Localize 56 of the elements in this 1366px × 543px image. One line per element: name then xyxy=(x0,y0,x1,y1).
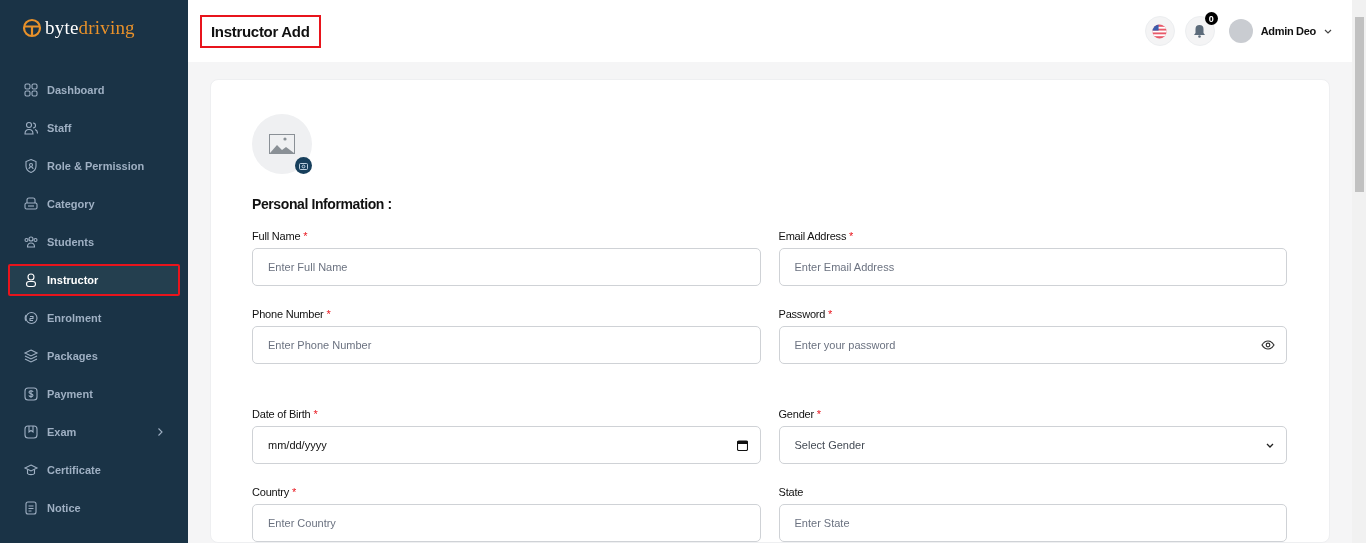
field-label: Password * xyxy=(778,308,834,320)
date-field[interactable]: mm/dd/yyyy xyxy=(252,426,761,464)
sidebar-item[interactable]: Enrolment xyxy=(8,302,180,334)
user-menu[interactable]: Admin Deo xyxy=(1228,19,1332,43)
sidebar-item[interactable]: Category xyxy=(8,188,180,220)
sidebar-item[interactable]: Dashboard xyxy=(8,74,180,106)
avatar xyxy=(1228,19,1253,43)
scrollbar[interactable] xyxy=(1352,0,1366,543)
page-title: Instructor Add xyxy=(200,14,321,48)
input-field[interactable]: Enter Email Address xyxy=(778,248,1287,286)
field-label: Phone Number * xyxy=(252,308,332,320)
input-field[interactable]: Enter Full Name xyxy=(252,248,761,286)
field-label: Date of Birth * xyxy=(252,408,319,420)
input-field[interactable]: Enter Country xyxy=(252,504,761,542)
chevron-down-icon xyxy=(1266,442,1274,448)
input-field[interactable]: Enter Phone Number xyxy=(252,326,761,364)
grid-icon xyxy=(23,82,39,98)
sidebar-item[interactable]: Payment xyxy=(8,378,180,410)
field-label: Full Name * xyxy=(252,230,309,242)
language-button[interactable] xyxy=(1144,16,1175,46)
cap-icon xyxy=(23,462,39,478)
field-label: State xyxy=(778,486,805,498)
gender-select[interactable]: Select Gender xyxy=(778,426,1287,464)
camera-button[interactable] xyxy=(295,157,312,174)
sidebar-item[interactable]: Exam xyxy=(8,416,180,448)
input-field[interactable]: Enter State xyxy=(778,504,1287,542)
eye-icon[interactable] xyxy=(1261,340,1275,350)
password-field[interactable]: Enter your password xyxy=(778,326,1287,364)
group-icon xyxy=(23,234,39,250)
layers-icon xyxy=(23,348,39,364)
sidebar-item[interactable]: Packages xyxy=(8,340,180,372)
sidebar-item[interactable]: Staff xyxy=(8,112,180,144)
dollar-icon xyxy=(23,386,39,402)
shield-icon xyxy=(23,158,39,174)
note-icon xyxy=(23,500,39,516)
users-icon xyxy=(23,120,39,136)
sidebar-item[interactable]: Certificate xyxy=(8,454,180,486)
book-icon xyxy=(23,424,39,440)
sidebar-item[interactable]: Instructor xyxy=(8,264,180,296)
camera-icon xyxy=(299,161,308,170)
image-icon xyxy=(269,134,295,154)
chevron-down-icon xyxy=(1324,28,1332,34)
sidebar-item[interactable]: Notice xyxy=(8,492,180,524)
calendar-icon[interactable] xyxy=(736,439,748,451)
field-label: Email Address * xyxy=(778,230,855,242)
flag-icon xyxy=(1152,23,1168,39)
sidebar-item[interactable]: Students xyxy=(8,226,180,258)
steering-wheel-icon xyxy=(22,18,42,38)
field-label: Gender * xyxy=(778,408,822,420)
user-icon xyxy=(23,272,39,288)
field-label: Country * xyxy=(252,486,298,498)
bell-icon xyxy=(1193,24,1207,38)
logo-text: bytedriving xyxy=(45,17,135,39)
notification-count: 0 xyxy=(1204,12,1218,25)
sidebar-item[interactable]: Role & Permission xyxy=(8,150,180,182)
section-title: Personal Information : xyxy=(252,196,393,212)
